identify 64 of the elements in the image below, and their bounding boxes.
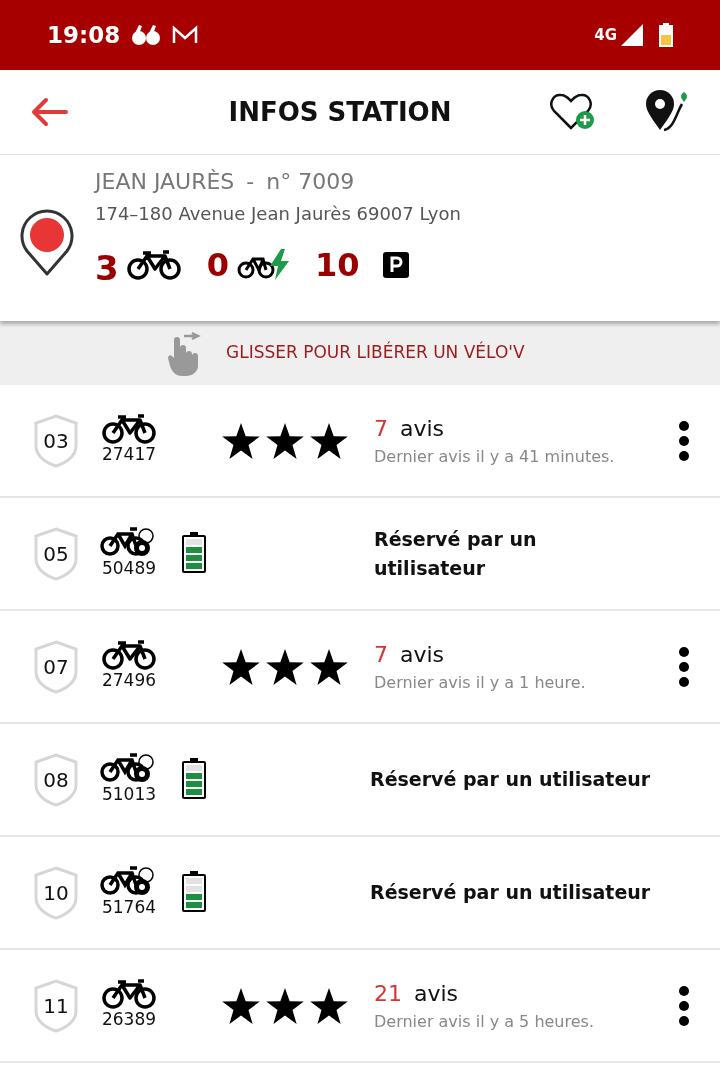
reviews-label: avis [400,641,445,669]
battery-icon [659,23,673,47]
bike-id: 50489 [101,556,157,580]
parking-icon [383,252,410,278]
page-title: INFOS STATION [228,95,452,129]
station-address: 174–180 Avenue Jean Jaurès 69007 Lyon [95,201,461,226]
bike-id: 51013 [101,782,157,806]
last-review-time: Dernier avis il y a 41 minutes. [374,446,615,468]
reviews-count: 7 [374,415,388,443]
mail-icon [172,25,199,45]
reservation-status: Réservé par un utilisateur [370,767,651,793]
electric-bike-icon [236,249,291,281]
dock-shield-icon [34,978,78,1033]
bike-id: 51764 [101,895,157,919]
star-icon [222,987,260,1024]
clock: 19:08 [47,20,121,50]
bike-icon [102,413,156,444]
dock-number: 10 [43,879,69,907]
last-review-time: Dernier avis il y a 5 heures. [374,1011,594,1033]
star-icon [266,422,304,459]
bike-icon [102,639,156,670]
reservation-status: Réservé par un utilisateur [374,527,538,581]
back-icon[interactable] [30,97,70,127]
bike-id: 27417 [101,442,157,466]
separator: - [246,167,255,196]
reviews-count: 7 [374,641,388,669]
dock-number: 05 [43,540,69,568]
star-icon [310,987,348,1024]
bike-icon [126,250,181,280]
star-icon [222,422,260,459]
dock-number: 11 [43,992,69,1020]
favorite-add-icon[interactable] [550,92,596,132]
dock-number: 07 [43,653,69,681]
star-icon [310,422,348,459]
reviews-label: avis [414,980,459,1008]
bike-id: 26389 [101,1007,157,1031]
dock-shield-icon [34,526,78,581]
star-icon [310,648,348,685]
swipe-hint: GLISSER POUR LIBÉRER UN VÉLO'V [226,340,525,365]
available-ebikes-count: 0 [206,245,229,286]
star-icon [266,987,304,1024]
dock-shield-icon [34,865,78,920]
dock-shield-icon [34,413,78,468]
last-review-time: Dernier avis il y a 1 heure. [374,672,586,694]
station-number: n° 7009 [266,167,355,196]
reservation-status: Réservé par un utilisateur [370,880,651,906]
quote-icon [132,24,161,46]
star-icon [266,648,304,685]
star-icon [222,648,260,685]
available-docks-count: 10 [314,245,360,286]
route-pin-icon[interactable] [644,90,690,134]
dock-shield-icon [34,752,78,807]
bike-id: 27496 [101,668,157,692]
bike-icon [102,978,156,1009]
station-name: JEAN JAURÈS [95,167,235,196]
station-pin-icon [20,209,74,277]
reviews-count: 21 [374,980,402,1008]
dock-number: 03 [43,427,69,455]
signal-icon [621,24,643,46]
dock-number: 08 [43,766,69,794]
network-type: 4G [594,24,617,46]
available-bikes-count: 3 [95,246,119,290]
dock-shield-icon [34,639,78,694]
reviews-label: avis [400,415,445,443]
